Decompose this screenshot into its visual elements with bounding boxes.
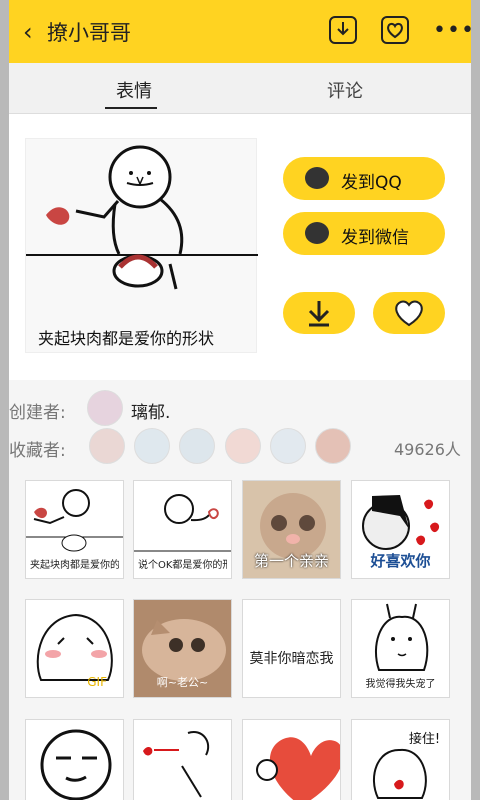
meme-thumbnail [36, 613, 113, 681]
emoji-card-caption: 啊~老公~ [156, 676, 209, 689]
collector-avatar[interactable] [134, 428, 170, 464]
like-button[interactable] [373, 292, 445, 334]
emoji-card-caption: 好喜欢你 [370, 552, 431, 570]
send-qq-label: 发到QQ [341, 173, 402, 193]
top-bar: ‹ 撩小哥哥 ••• [9, 0, 471, 63]
download-icon [337, 22, 349, 36]
collector-count: 49626人 [394, 440, 461, 459]
creator-name[interactable]: 璃郁. [131, 398, 170, 423]
collector-avatar[interactable] [179, 428, 215, 464]
app-screen: ‹ 撩小哥哥 ••• 表情 评论 夹起块肉都是爱你的形状 发到QQ 发到微信 创… [9, 0, 471, 800]
emoji-metadata: 创建者: 璃郁. 收藏者: 49626人 [9, 388, 471, 470]
emoji-card[interactable]: 夹起块肉都是爱你的形状 [25, 480, 124, 579]
emoji-card[interactable]: 接住! [351, 719, 450, 800]
collector-avatar[interactable] [89, 428, 125, 464]
collectors-label: 收藏者: [9, 441, 66, 461]
send-wechat-button[interactable]: 发到微信 [283, 212, 445, 255]
emoji-card-caption: 夹起块肉都是爱你的形状 [30, 560, 119, 571]
heart-icon [395, 300, 423, 327]
emoji-card[interactable]: 好喜欢你 [351, 480, 450, 579]
emoji-illustration [26, 145, 258, 290]
emoji-card[interactable]: 我觉得我失宠了 [351, 599, 450, 698]
collector-avatar[interactable] [315, 428, 351, 464]
more-icon[interactable]: ••• [433, 18, 471, 43]
creator-label: 创建者: [9, 403, 66, 423]
section-divider [9, 380, 471, 388]
emoji-detail: 夹起块肉都是爱你的形状 发到QQ 发到微信 [9, 114, 471, 380]
creator-avatar[interactable] [87, 390, 123, 426]
heart-icon [387, 22, 403, 39]
tab-comments[interactable]: 评论 [327, 77, 363, 103]
gif-badge: GIF [87, 675, 107, 689]
emoji-card-caption: 接住! [408, 732, 441, 747]
emoji-card-caption: 第一个亲亲 [253, 552, 329, 570]
qq-icon [305, 167, 329, 189]
emoji-card-caption: 说个OK都是爱你的形状 [138, 560, 227, 571]
page-title: 撩小哥哥 [47, 21, 131, 45]
collector-avatar[interactable] [225, 428, 261, 464]
emoji-card[interactable]: 第一个亲亲 [242, 480, 341, 579]
emoji-card[interactable] [133, 719, 232, 800]
emoji-card[interactable]: 莫非你暗恋我 [242, 599, 341, 698]
collector-avatar[interactable] [270, 428, 306, 464]
meme-thumbnail [143, 730, 210, 798]
download-button[interactable] [283, 292, 355, 334]
meme-thumbnail [40, 729, 112, 800]
download-icon[interactable] [329, 16, 357, 44]
collector-avatars [89, 428, 359, 466]
tab-emoji[interactable]: 表情 [116, 77, 152, 103]
emoji-card[interactable]: GIF [25, 599, 124, 698]
preview-caption: 夹起块肉都是爱你的形状 [38, 329, 215, 348]
emoji-card[interactable] [25, 719, 124, 800]
tab-bar: 表情 评论 [9, 63, 471, 114]
emoji-card-caption: 莫非你暗恋我 [249, 651, 334, 667]
emoji-preview: 夹起块肉都是爱你的形状 [25, 138, 258, 353]
send-wechat-label: 发到微信 [341, 228, 409, 248]
send-qq-button[interactable]: 发到QQ [283, 157, 445, 200]
wechat-icon [305, 222, 329, 244]
active-tab-indicator [105, 107, 157, 109]
emoji-card-caption: 我觉得我失宠了 [365, 679, 436, 690]
emoji-card[interactable]: 啊~老公~ [133, 599, 232, 698]
emoji-grid: 夹起块肉都是爱你的形状 说个OK都是爱你的形状 第一个亲亲 [25, 480, 455, 800]
emoji-card[interactable] [242, 719, 341, 800]
emoji-card[interactable]: 说个OK都是爱你的形状 [133, 480, 232, 579]
back-icon[interactable]: ‹ [23, 18, 33, 46]
download-icon [308, 301, 330, 327]
heart-meme-thumbnail [256, 737, 340, 800]
favorite-icon[interactable] [381, 16, 409, 44]
